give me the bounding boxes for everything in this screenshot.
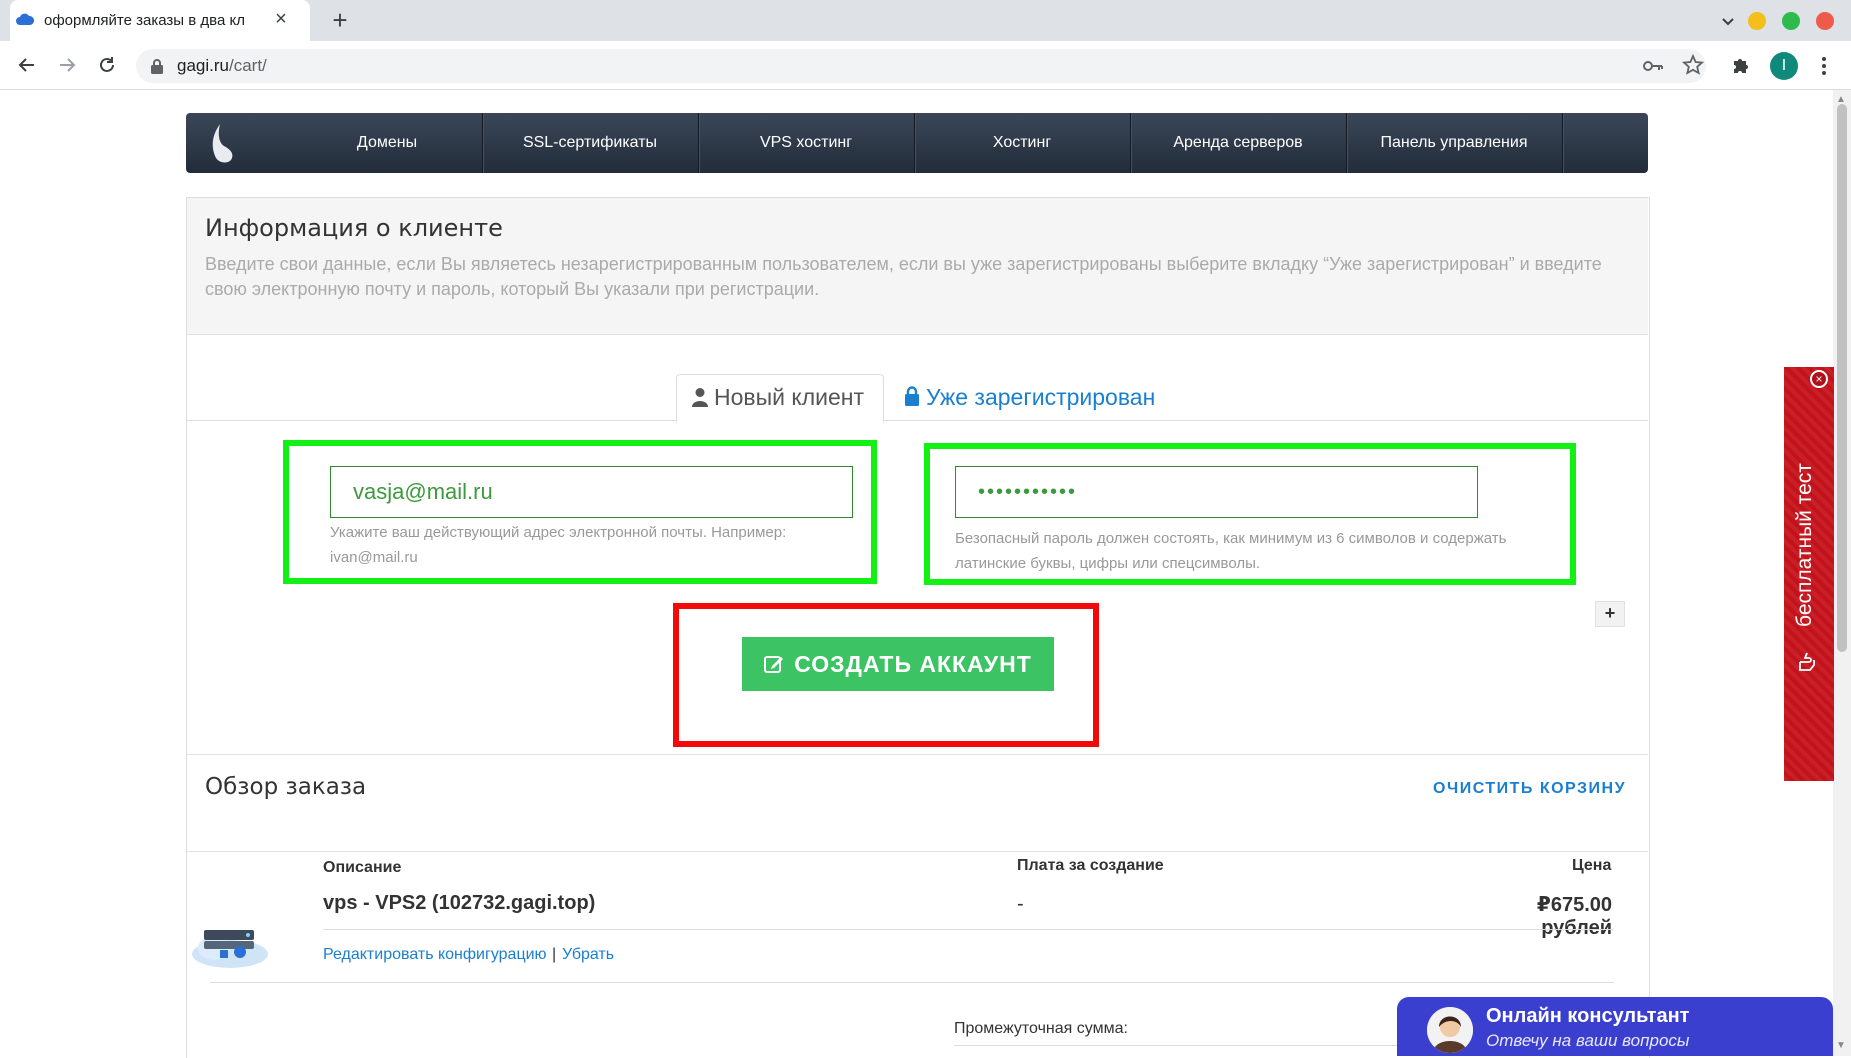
password-hint: Безопасный пароль должен состоять, как м… bbox=[955, 530, 1507, 572]
back-arrow-icon[interactable] bbox=[12, 50, 42, 80]
cloud-favicon-icon bbox=[16, 13, 34, 25]
tab-already-registered[interactable]: Уже зарегистрирован bbox=[926, 384, 1155, 411]
hand-pointer-icon bbox=[1799, 652, 1815, 671]
tabs-divider bbox=[187, 420, 1648, 421]
nav-item-hosting[interactable]: Хостинг bbox=[914, 113, 1131, 173]
remove-item-link[interactable]: Убрать bbox=[562, 946, 614, 964]
url-text[interactable]: gagi.ru/cart/ bbox=[177, 56, 267, 76]
row-divider bbox=[323, 929, 1614, 930]
expand-plus-button[interactable]: + bbox=[1595, 601, 1625, 627]
profile-avatar[interactable]: I bbox=[1770, 52, 1798, 80]
client-info-title: Информация о клиенте bbox=[205, 214, 503, 242]
column-header-description: Описание bbox=[323, 859, 402, 876]
order-item-price: ₽675.00 рублей bbox=[1536, 894, 1612, 939]
free-trial-label[interactable]: бесплатный тест bbox=[1793, 420, 1823, 670]
clear-cart-link[interactable]: ОЧИСТИТЬ КОРЗИНУ bbox=[1433, 780, 1626, 798]
email-hint: Укажите ваш действующий адрес электронно… bbox=[330, 524, 787, 566]
window-maximize-button[interactable] bbox=[1782, 12, 1800, 30]
order-item-name: vps - VPS2 (102732.gagi.top) bbox=[323, 892, 596, 914]
consultant-avatar bbox=[1427, 1007, 1473, 1053]
url-path: /cart/ bbox=[228, 56, 267, 75]
forward-arrow-icon[interactable] bbox=[52, 50, 82, 80]
order-review-title: Обзор заказа bbox=[205, 774, 367, 800]
client-info-description: Введите свои данные, если Вы являетесь н… bbox=[205, 254, 1602, 299]
link-separator: | bbox=[552, 946, 557, 963]
new-tab-icon[interactable]: + bbox=[326, 6, 354, 34]
password-input[interactable]: ••••••••••• bbox=[955, 466, 1478, 518]
email-input[interactable]: vasja@mail.ru bbox=[330, 466, 853, 518]
reload-icon[interactable] bbox=[92, 50, 122, 80]
tab-new-client-label[interactable]: Новый клиент bbox=[714, 384, 864, 411]
vps-server-cloud-icon bbox=[192, 930, 268, 968]
key-icon[interactable] bbox=[1642, 57, 1664, 75]
create-account-label: СОЗДАТЬ АККАУНТ bbox=[794, 651, 1032, 677]
section-divider bbox=[187, 754, 1648, 755]
subtotal-label: Промежуточная сумма: bbox=[954, 1020, 1128, 1037]
tab-close-icon[interactable]: × bbox=[270, 8, 292, 30]
window-close-button[interactable] bbox=[1816, 12, 1834, 30]
nav-item-servers[interactable]: Аренда серверов bbox=[1130, 113, 1347, 173]
chat-subtitle: Отвечу на ваши вопросы bbox=[1486, 1031, 1690, 1050]
window-minimize-button[interactable] bbox=[1748, 12, 1766, 30]
column-header-price: Цена bbox=[1572, 857, 1612, 874]
edit-configuration-link[interactable]: Редактировать конфигурацию bbox=[323, 946, 547, 964]
table-divider bbox=[187, 851, 1648, 852]
bookmark-star-icon[interactable] bbox=[1682, 54, 1704, 76]
edit-icon bbox=[764, 656, 784, 673]
chevron-down-icon[interactable] bbox=[1716, 9, 1740, 33]
lock-icon bbox=[905, 386, 919, 406]
kebab-menu-icon[interactable] bbox=[1816, 54, 1832, 78]
create-account-button[interactable]: СОЗДАТЬ АККАУНТ bbox=[742, 637, 1054, 691]
order-item-setup-fee: - bbox=[1017, 893, 1024, 915]
address-bar[interactable] bbox=[136, 49, 1706, 83]
column-header-setup-fee: Плата за создание bbox=[1017, 857, 1164, 874]
nav-item-domains[interactable]: Домены bbox=[292, 113, 483, 173]
site-logo-drop-icon[interactable] bbox=[206, 120, 240, 166]
lock-icon[interactable] bbox=[150, 58, 164, 74]
nav-item-control-panel[interactable]: Панель управления bbox=[1346, 113, 1563, 173]
url-host: gagi.ru bbox=[177, 56, 229, 75]
nav-item-ssl[interactable]: SSL-сертификаты bbox=[482, 113, 699, 173]
scroll-up-arrow-icon[interactable]: ▲ bbox=[1836, 94, 1846, 105]
scrollbar-thumb[interactable] bbox=[1837, 104, 1847, 652]
tab-title: оформляйте заказы в два кл bbox=[44, 12, 245, 29]
row-divider bbox=[210, 982, 1614, 983]
nav-item-vps[interactable]: VPS хостинг bbox=[698, 113, 915, 173]
extensions-puzzle-icon[interactable] bbox=[1730, 55, 1752, 77]
chat-title: Онлайн консультант bbox=[1486, 1005, 1690, 1027]
close-icon[interactable]: × bbox=[1810, 370, 1828, 388]
user-icon bbox=[692, 388, 708, 407]
scroll-down-arrow-icon[interactable]: ▼ bbox=[1836, 1040, 1846, 1051]
